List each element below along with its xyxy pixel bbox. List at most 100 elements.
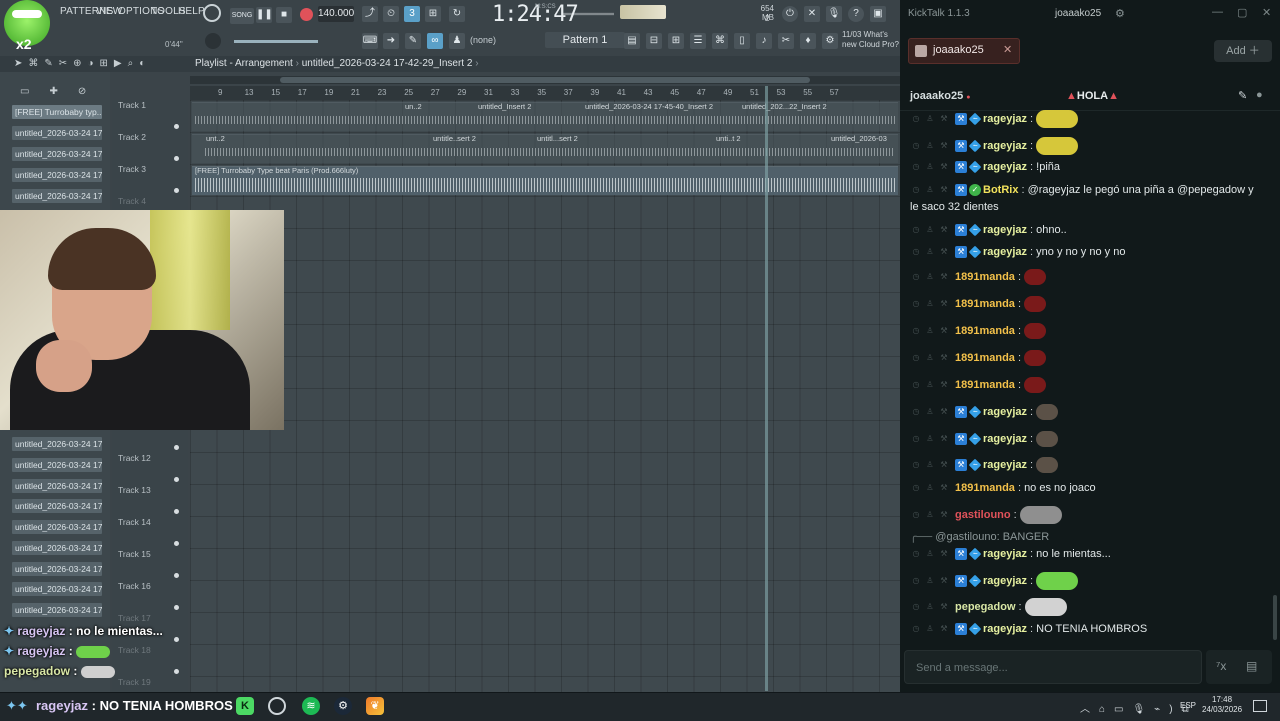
channel-name[interactable]: joaaako25 ● — [910, 90, 971, 102]
browser-icon[interactable]: ⌘ — [712, 33, 728, 49]
chat-username[interactable]: rageyjaz — [983, 140, 1027, 152]
arrow-right-icon[interactable]: ➜ — [383, 33, 399, 49]
chat-message[interactable]: ╭── @gastilouno: BANGER — [910, 530, 1270, 543]
chat-username[interactable]: 1891manda — [955, 298, 1015, 310]
message-actions[interactable]: ◷ ♙ ⚒ — [910, 298, 952, 310]
track-mute-dot[interactable] — [174, 188, 179, 193]
loop-record-icon[interactable]: ↻ — [449, 6, 465, 22]
chat-message[interactable]: ◷ ♙ ⚒ ⚒ ✓ rageyjaz: no le mientas... — [910, 547, 1270, 561]
chat-username[interactable]: 1891manda — [955, 325, 1015, 337]
pattern-item[interactable]: untitled_2026-03-24 17-... — [12, 541, 102, 555]
message-actions[interactable]: ◷ ♙ ⚒ — [910, 548, 952, 560]
chat-username[interactable]: rageyjaz — [983, 161, 1027, 173]
tab-close-icon[interactable]: ✕ — [1003, 43, 1012, 56]
news-hint[interactable]: 11/03 What's new Cloud Pro? — [842, 30, 900, 50]
track-mute-dot[interactable] — [174, 124, 179, 129]
chat-message[interactable]: ◷ ♙ ⚒ ⚒ ✓ rageyjaz: !piña — [910, 160, 1270, 174]
stop-button[interactable]: ■ — [276, 7, 292, 23]
track-mute-dot[interactable] — [174, 541, 179, 546]
pin-icon[interactable]: ✎ — [1238, 89, 1247, 102]
message-actions[interactable]: ◷ ♙ ⚒ — [910, 352, 952, 364]
chat-message[interactable]: ◷ ♙ ⚒ 1891manda: — [910, 377, 1270, 393]
pattern-item[interactable]: untitled_2026-03-24 17-... — [12, 479, 102, 493]
obs-icon[interactable] — [268, 697, 286, 715]
chat-message[interactable]: ◷ ♙ ⚒ 1891manda: no es no joaco — [910, 482, 1270, 494]
chat-message[interactable]: ◷ ♙ ⚒ ⚒ ✓ rageyjaz: NO TENIA HOMBROS — [910, 622, 1270, 636]
close-icon[interactable]: ✕ — [1262, 6, 1271, 19]
chat-message[interactable]: ◷ ♙ ⚒ ⚒ ✓ rageyjaz: — [910, 404, 1270, 420]
chat-username[interactable]: rageyjaz — [983, 246, 1027, 258]
chat-username[interactable]: rageyjaz — [983, 548, 1027, 560]
link-icon[interactable]: ∞ — [427, 33, 443, 49]
chat-username[interactable]: rageyjaz — [983, 224, 1027, 236]
message-actions[interactable]: ◷ ♙ ⚒ — [910, 406, 952, 418]
master-pitch-knob[interactable] — [205, 33, 221, 49]
chat-username[interactable]: BotRix — [983, 184, 1018, 196]
message-actions[interactable]: ◷ ♙ ⚒ — [910, 325, 952, 337]
track-header[interactable]: Track 1 — [118, 100, 146, 110]
master-volume-slider[interactable] — [234, 40, 318, 43]
step-edit-icon[interactable]: ⊞ — [425, 6, 441, 22]
emote-picker-icon[interactable]: ▤ — [1246, 659, 1257, 673]
message-actions[interactable]: ◷ ♙ ⚒ — [910, 161, 952, 173]
chat-scrollbar[interactable] — [1273, 595, 1277, 640]
maximize-icon[interactable]: ▢ — [1237, 6, 1247, 19]
track-mute-dot[interactable] — [174, 445, 179, 450]
message-actions[interactable]: ◷ ♙ ⚒ — [910, 246, 952, 258]
pattern-item[interactable]: untitled_2026-03-24 17-... — [12, 458, 102, 472]
chat-input[interactable]: Send a message... — [904, 650, 1202, 684]
chat-username[interactable]: rageyjaz — [983, 459, 1027, 471]
track-header[interactable]: Track 17 — [118, 613, 151, 623]
chat-message[interactable]: ◷ ♙ ⚒ 1891manda: — [910, 350, 1270, 366]
tools-icon[interactable]: ✂ — [778, 33, 794, 49]
track-mute-dot[interactable] — [174, 156, 179, 161]
pattern-item[interactable]: untitled_2026-03-24 17-... — [12, 499, 102, 513]
notifications-icon[interactable] — [1253, 700, 1267, 712]
settings-icon[interactable]: ⚙ — [1115, 7, 1125, 20]
channel-rack-icon[interactable]: ⊟ — [646, 33, 662, 49]
track-header[interactable]: Track 3 — [118, 164, 146, 174]
save-icon[interactable]: ▣ — [870, 6, 886, 22]
steam-icon[interactable]: ⚙ — [334, 697, 352, 715]
track-header[interactable]: Track 16 — [118, 581, 151, 591]
pause-button[interactable]: ❚❚ — [256, 7, 273, 23]
message-actions[interactable]: ◷ ♙ ⚒ — [910, 113, 952, 125]
chat-message[interactable]: ◷ ♙ ⚒ ⚒ ✓ rageyjaz: yno y no y no y no — [910, 245, 1270, 259]
chat-message[interactable]: ◷ ♙ ⚒ ⚒ ✓ BotRix: @rageyjaz le pegó una piña … — [910, 184, 1270, 197]
chat-username[interactable]: rageyjaz — [983, 433, 1027, 445]
none-selector[interactable]: (none) — [470, 33, 530, 47]
input-language[interactable]: ESP — [1180, 701, 1196, 710]
mixer-view-icon[interactable]: ⊞ — [668, 33, 684, 49]
message-actions[interactable]: ◷ ♙ ⚒ — [910, 459, 952, 471]
message-actions[interactable]: ◷ ♙ ⚒ — [910, 482, 952, 494]
pattern-item[interactable]: untitled_2026-03-24 17-... — [12, 126, 102, 140]
message-actions[interactable]: ◷ ♙ ⚒ — [910, 379, 952, 391]
message-actions[interactable]: ◷ ♙ ⚒ — [910, 509, 952, 521]
help-icon[interactable]: ? — [848, 6, 864, 22]
pattern-item[interactable]: untitled_2026-03-24 17-... — [12, 520, 102, 534]
chat-username[interactable]: 1891manda — [955, 379, 1015, 391]
chat-message[interactable]: ◷ ♙ ⚒ ⚒ ✓ rageyjaz: — [910, 137, 1270, 155]
track-mute-dot[interactable] — [174, 477, 179, 482]
power-icon[interactable]: ⏻ — [782, 6, 798, 22]
file-icon[interactable]: ▯ — [734, 33, 750, 49]
translate-icon[interactable]: ⁷x — [1216, 659, 1226, 673]
chat-message[interactable]: ◷ ♙ ⚒ ⚒ ✓ rageyjaz: — [910, 110, 1270, 128]
pattern-item-turrobaby[interactable]: [FREE] Turrobaby typ... — [12, 105, 102, 119]
message-actions[interactable]: ◷ ♙ ⚒ — [910, 140, 952, 152]
chat-username[interactable]: rageyjaz — [983, 113, 1027, 125]
countdown-icon[interactable]: 3 — [404, 6, 420, 22]
pattern-item[interactable]: untitled_2026-03-24 17-... — [12, 168, 102, 182]
pattern-item[interactable]: untitled_2026-03-24 17-... — [12, 582, 102, 596]
chat-username[interactable]: 1891manda — [955, 352, 1015, 364]
track-header[interactable]: Track 2 — [118, 132, 146, 142]
microphone-icon[interactable]: 🎙 — [826, 6, 842, 22]
piano-roll-icon[interactable]: ☰ — [690, 33, 706, 49]
pattern-item[interactable]: untitled_2026-03-24 17-... — [12, 437, 102, 451]
track-header[interactable]: Track 4 — [118, 196, 146, 206]
track-mute-dot[interactable] — [174, 573, 179, 578]
track-header[interactable]: Track 12 — [118, 453, 151, 463]
chat-message[interactable]: ◷ ♙ ⚒ 1891manda: — [910, 296, 1270, 312]
stamp-icon[interactable]: ♟ — [449, 33, 465, 49]
chat-message[interactable]: ◷ ♙ ⚒ ⚒ ✓ rageyjaz: — [910, 572, 1270, 590]
